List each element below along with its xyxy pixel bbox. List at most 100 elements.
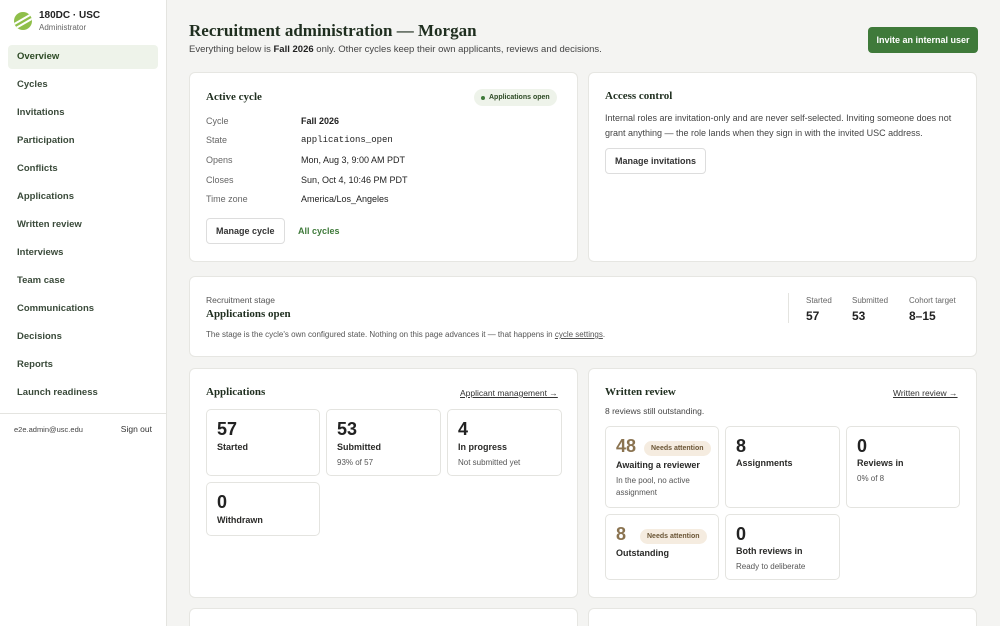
sidebar-item-team-case[interactable]: Team case (8, 269, 158, 293)
state-row: State applications_open (206, 135, 566, 145)
sidebar-item-written-review[interactable]: Written review (8, 213, 158, 237)
sidebar-item-interviews[interactable]: Interviews (8, 241, 158, 265)
status-dot-icon (481, 95, 485, 100)
page-subtitle: Everything below is Fall 2026 only. Othe… (189, 44, 602, 55)
access-control-text: Internal roles are invitation-only and a… (605, 113, 952, 138)
opens-row-value: Mon, Aug 3, 9:00 AM PDT (301, 155, 406, 165)
written-review-subtitle: 8 reviews still outstanding. (605, 406, 705, 416)
applicant-management-link[interactable]: Applicant management → (460, 388, 558, 398)
tile-sub: assignment (616, 488, 657, 497)
sidebar-item-communications[interactable]: Communications (8, 297, 158, 321)
tile-sub: Ready to deliberate (736, 562, 806, 571)
all-cycles-link[interactable]: All cycles (298, 226, 340, 236)
stage-note: The stage is the cycle's own configured … (206, 330, 605, 339)
stat-submitted: Submitted 53 (852, 296, 888, 323)
sidebar-footer: e2e.admin@usc.edu Sign out (0, 413, 166, 444)
tile-both-reviews-in[interactable]: 0 Both reviews in Ready to deliberate (725, 514, 840, 580)
tile-assignments[interactable]: 8 Assignments (725, 426, 840, 508)
stage-note-prefix: The stage is the cycle's own configured … (206, 330, 553, 339)
tile-awaiting-reviewer[interactable]: 48 Needs attention Awaiting a reviewer I… (605, 426, 719, 508)
state-row-value: applications_open (301, 135, 393, 145)
subtitle-prefix: Everything below is (189, 44, 271, 55)
tile-label: Assignments (736, 458, 793, 468)
stat-started: Started 57 (806, 296, 832, 323)
state-row-key: State (206, 135, 228, 145)
sidebar-item-overview[interactable]: Overview (8, 45, 158, 69)
tile-sub: 0% of 8 (857, 474, 885, 483)
timezone-row: Time zone America/Los_Angeles (206, 194, 566, 204)
closes-row: Closes Sun, Oct 4, 10:46 PM PDT (206, 175, 566, 185)
tile-label: In progress (458, 442, 508, 452)
tile-number: 57 (217, 419, 238, 439)
needs-attention-badge: Needs attention (644, 441, 711, 456)
manage-invitations-button[interactable]: Manage invitations (605, 148, 707, 174)
stat-value: 8–15 (909, 309, 936, 323)
tile-number: 0 (736, 524, 747, 544)
tile-submitted[interactable]: 53 Submitted 93% of 57 (326, 409, 441, 476)
needs-attention-badge: Needs attention (640, 529, 707, 544)
brand-name: 180DC · USC (39, 10, 101, 21)
sign-out-button[interactable]: Sign out (121, 424, 152, 434)
sidebar-item-cycles[interactable]: Cycles (8, 73, 158, 97)
tile-number: 53 (337, 419, 358, 439)
cycle-row: Cycle Fall 2026 (206, 116, 566, 126)
timezone-row-value: America/Los_Angeles (301, 194, 389, 204)
tile-label: Reviews in (857, 458, 904, 468)
brand-logo-icon (14, 12, 32, 30)
tile-number: 8 (736, 436, 747, 456)
sidebar-item-conflicts[interactable]: Conflicts (8, 157, 158, 181)
tile-sub: In the pool, no active (616, 476, 690, 485)
tile-in-progress[interactable]: 4 In progress Not submitted yet (447, 409, 562, 476)
sidebar-item-participation[interactable]: Participation (8, 129, 158, 153)
stat-label: Submitted (852, 296, 889, 305)
tile-label: Both reviews in (736, 546, 803, 556)
sidebar-item-invitations[interactable]: Invitations (8, 101, 158, 125)
access-control-title: Access control (605, 90, 673, 102)
cycle-row-value: Fall 2026 (301, 116, 340, 126)
brand[interactable]: 180DC · USC Administrator (14, 10, 100, 32)
tile-number: 48 (616, 436, 637, 456)
tile-number: 4 (458, 419, 469, 439)
tile-reviews-in[interactable]: 0 Reviews in 0% of 8 (846, 426, 960, 508)
subtitle-cycle: Fall 2026 (273, 44, 314, 55)
timezone-row-key: Time zone (206, 194, 248, 204)
user-email: e2e.admin@usc.edu (14, 424, 83, 434)
invite-user-button[interactable]: Invite an internal user (868, 27, 978, 53)
closes-row-value: Sun, Oct 4, 10:46 PM PDT (301, 175, 408, 185)
cycle-status-badge: Applications open (474, 89, 557, 106)
tile-number: 8 (616, 524, 627, 544)
applications-title: Applications (206, 386, 266, 398)
stage-title: Applications open (206, 308, 291, 320)
cycle-row-key: Cycle (206, 116, 229, 126)
tile-label: Awaiting a reviewer (616, 460, 700, 470)
subtitle-suffix: only. Other cycles keep their own applic… (316, 44, 602, 55)
sidebar-item-applications[interactable]: Applications (8, 185, 158, 209)
page-title: Recruitment administration — Morgan (189, 21, 477, 40)
sidebar-item-reports[interactable]: Reports (8, 353, 158, 377)
tile-outstanding[interactable]: 8 Needs attention Outstanding (605, 514, 719, 580)
cycle-status-label: Applications open (489, 94, 550, 101)
opens-row: Opens Mon, Aug 3, 9:00 AM PDT (206, 155, 566, 165)
stat-value: 57 (806, 309, 820, 323)
tile-sub: 93% of 57 (337, 458, 374, 467)
stage-divider (788, 293, 789, 323)
tile-number: 0 (217, 492, 228, 512)
stage-note-suffix: . (602, 330, 606, 339)
sidebar: 180DC · USC Administrator Overview Cycle… (0, 0, 167, 626)
tile-started[interactable]: 57 Started (206, 409, 320, 476)
written-review-link[interactable]: Written review → (893, 388, 958, 398)
tile-label: Started (217, 442, 249, 452)
sidebar-nav: Overview Cycles Invitations Participatio… (8, 45, 158, 409)
tile-withdrawn[interactable]: 0 Withdrawn (206, 482, 320, 536)
tile-label: Submitted (337, 442, 381, 452)
cycle-settings-link[interactable]: cycle settings (555, 330, 603, 339)
tile-number: 0 (857, 436, 868, 456)
manage-cycle-button[interactable]: Manage cycle (206, 218, 285, 244)
stage-kicker: Recruitment stage (206, 295, 275, 305)
sidebar-item-launch-readiness[interactable]: Launch readiness (8, 381, 158, 405)
lower-right-card (588, 608, 977, 626)
stat-value: 53 (852, 309, 866, 323)
closes-row-key: Closes (206, 175, 234, 185)
sidebar-item-decisions[interactable]: Decisions (8, 325, 158, 349)
brand-role: Administrator (39, 23, 87, 32)
